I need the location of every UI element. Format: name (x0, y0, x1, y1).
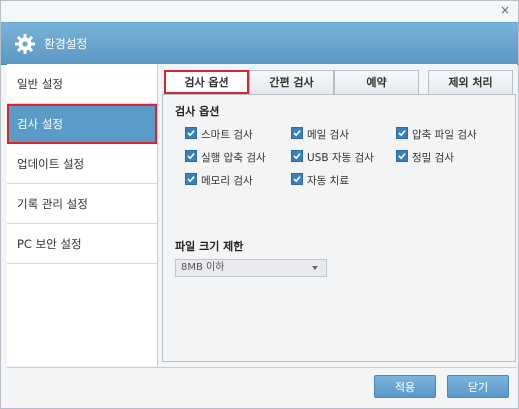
title-bar: × (1, 1, 518, 21)
checkbox-checked-icon[interactable] (291, 173, 303, 185)
window-title: 환경설정 (44, 37, 87, 51)
file-size-selected-value: 8MB 이하 (181, 262, 225, 273)
option-label: 정밀 검사 (412, 152, 454, 164)
sidebar-item-log[interactable]: 기록 관리 설정 (7, 184, 157, 224)
chevron-down-icon (312, 266, 318, 270)
option-archive-scan[interactable]: 압축 파일 검사 (396, 127, 477, 141)
sidebar-item-pc-security[interactable]: PC 보안 설정 (7, 224, 157, 264)
option-label: USB 자동 검사 (307, 152, 374, 164)
tab-scan-options[interactable]: 검사 옵션 (164, 70, 249, 94)
option-label: 메일 검사 (307, 129, 349, 141)
close-button[interactable]: 닫기 (447, 375, 509, 398)
option-label: 압축 파일 검사 (412, 129, 477, 141)
scan-options-title: 검사 옵션 (175, 105, 220, 118)
tab-schedule[interactable]: 예약 (334, 70, 419, 94)
option-mail-scan[interactable]: 메일 검사 (291, 127, 349, 141)
option-label: 스마트 검사 (201, 129, 253, 141)
gear-icon (15, 34, 35, 54)
sidebar-item-update[interactable]: 업데이트 설정 (7, 144, 157, 184)
sidebar: 일반 설정 검사 설정 업데이트 설정 기록 관리 설정 PC 보안 설정 (7, 64, 158, 366)
checkbox-checked-icon[interactable] (185, 127, 197, 139)
option-label: 자동 치료 (307, 175, 349, 187)
option-label: 실행 압축 검사 (201, 152, 266, 164)
checkbox-checked-icon[interactable] (396, 127, 408, 139)
option-usb-auto-scan[interactable]: USB 자동 검사 (291, 150, 374, 164)
tab-panel: 검사 옵션 스마트 검사 메일 검사 압축 파일 검사 실행 압축 검사 USB… (162, 94, 516, 362)
tab-bar: 검사 옵션 간편 검사 예약 제외 처리 (158, 70, 517, 94)
tab-quick-scan[interactable]: 간편 검사 (249, 70, 334, 94)
sidebar-item-general[interactable]: 일반 설정 (7, 64, 157, 104)
option-label: 메모리 검사 (201, 175, 253, 187)
file-size-limit-title: 파일 크기 제한 (175, 240, 244, 253)
option-memory-scan[interactable]: 메모리 검사 (185, 173, 253, 187)
option-deep-scan[interactable]: 정밀 검사 (396, 150, 454, 164)
option-packed-exec-scan[interactable]: 실행 압축 검사 (185, 150, 266, 164)
checkbox-checked-icon[interactable] (396, 150, 408, 162)
checkbox-checked-icon[interactable] (185, 150, 197, 162)
checkbox-checked-icon[interactable] (291, 150, 303, 162)
apply-button[interactable]: 적용 (374, 375, 436, 398)
tab-exclusions[interactable]: 제외 처리 (428, 70, 513, 94)
header-bar: 환경설정 (1, 22, 518, 65)
option-auto-repair[interactable]: 자동 치료 (291, 173, 349, 187)
settings-window: × 환경설정 일반 설정 검사 설정 업데이트 설정 기록 관리 설정 PC 보… (0, 0, 519, 409)
close-icon[interactable]: × (498, 3, 512, 17)
footer: 적용 닫기 (7, 367, 517, 408)
file-size-select[interactable]: 8MB 이하 (175, 259, 327, 277)
content-area: 검사 옵션 간편 검사 예약 제외 처리 검사 옵션 스마트 검사 메일 검사 … (158, 64, 517, 366)
sidebar-item-scan[interactable]: 검사 설정 (7, 104, 157, 144)
checkbox-checked-icon[interactable] (291, 127, 303, 139)
checkbox-checked-icon[interactable] (185, 173, 197, 185)
option-smart-scan[interactable]: 스마트 검사 (185, 127, 253, 141)
